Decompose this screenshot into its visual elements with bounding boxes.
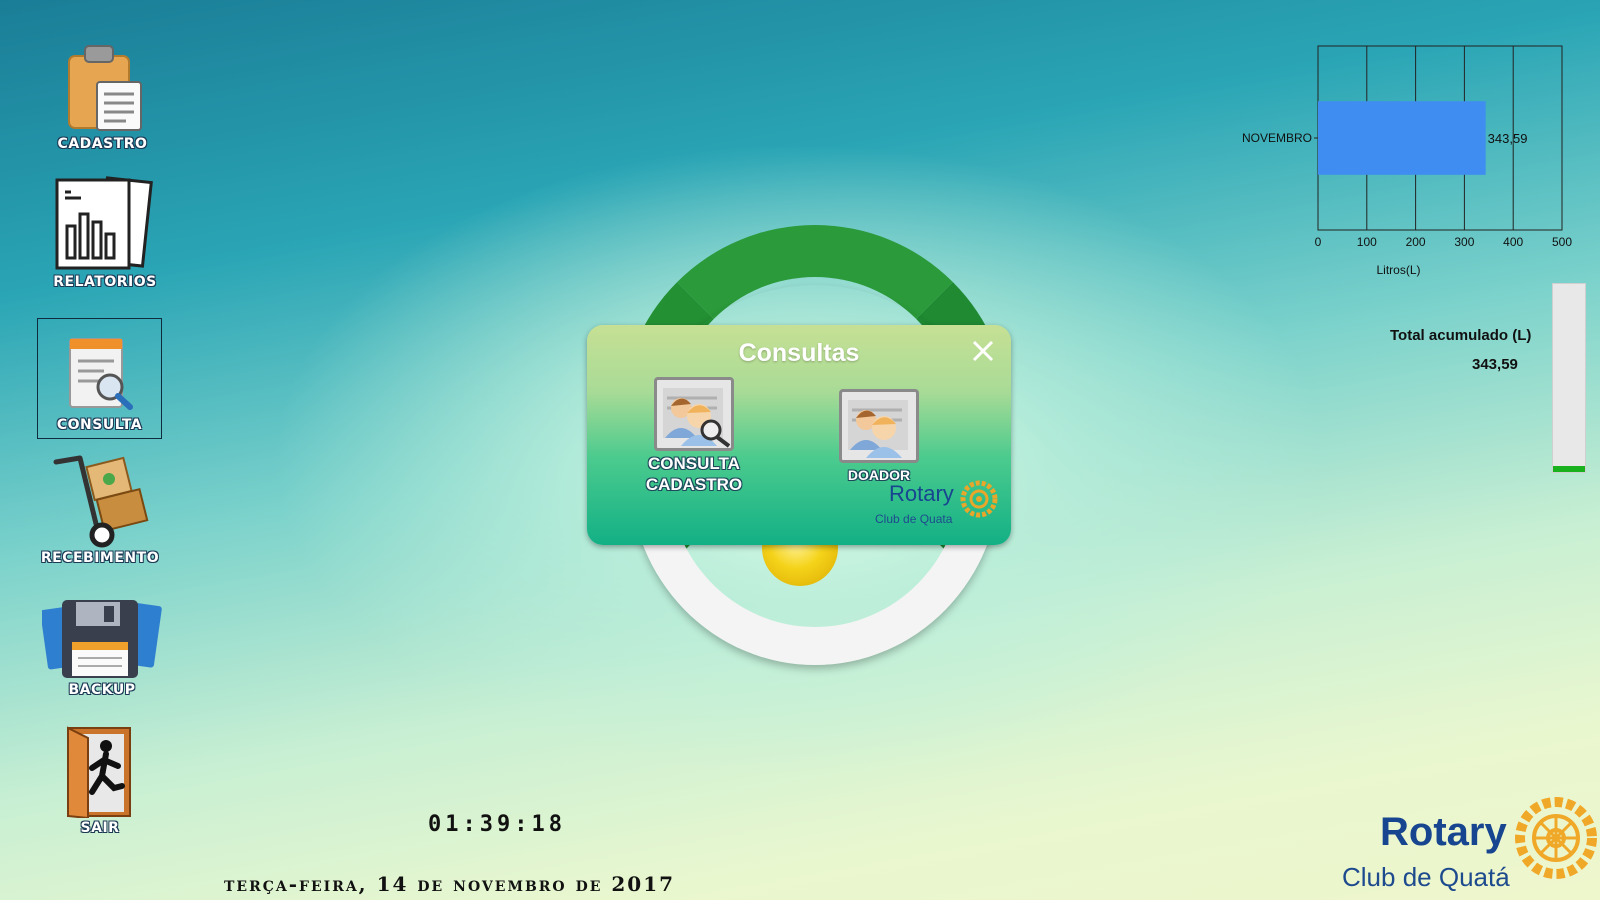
chart-x-tick-label: 0 bbox=[1315, 235, 1322, 249]
consultas-dialog: Consultas CONSULTA CADASTRO DOADOR Rotar… bbox=[587, 325, 1011, 545]
chart-bar bbox=[1318, 101, 1486, 175]
chart-x-tick-label: 200 bbox=[1406, 235, 1426, 249]
clipboard-icon bbox=[67, 45, 142, 131]
consulta-cadastro-button[interactable]: CONSULTA CADASTRO bbox=[639, 377, 749, 495]
total-accumulated-value: 343,59 bbox=[1472, 356, 1518, 373]
rotary-wheel-icon bbox=[1515, 797, 1597, 879]
chart-category-label: NOVEMBRO bbox=[1242, 131, 1312, 145]
clock: 01:39:18 bbox=[428, 812, 566, 837]
users-search-icon bbox=[654, 377, 734, 451]
sidebar-item-label: CADASTRO bbox=[57, 136, 148, 152]
sidebar-item-label: RECEBIMENTO bbox=[40, 550, 160, 566]
exit-door-icon bbox=[67, 726, 131, 818]
accumulated-progress-bar bbox=[1552, 283, 1586, 473]
footer-club-name: Club de Quatá bbox=[1342, 862, 1510, 892]
sidebar-item-label: CONSULTA bbox=[56, 417, 143, 433]
dialog-title: Consultas bbox=[738, 339, 860, 367]
progress-fill bbox=[1553, 466, 1585, 472]
sidebar-item-relatorios[interactable]: RELATORIOS bbox=[52, 176, 158, 290]
modal-rotary-logo: Rotary Club de Quata bbox=[875, 479, 1003, 535]
footer-rotary-logo: Rotary Club de Quatá bbox=[1338, 796, 1598, 896]
chart-x-tick-label: 500 bbox=[1552, 235, 1572, 249]
chart-x-tick-label: 400 bbox=[1503, 235, 1523, 249]
consulta-cadastro-label-2: CADASTRO bbox=[645, 475, 743, 494]
hand-truck-icon bbox=[53, 455, 149, 548]
doador-button[interactable]: DOADOR bbox=[837, 389, 921, 486]
sidebar-item-backup[interactable]: BACKUP bbox=[42, 598, 162, 698]
chart-x-tick-label: 100 bbox=[1357, 235, 1377, 249]
report-chart-icon bbox=[55, 176, 153, 270]
sidebar-item-consulta[interactable]: CONSULTA bbox=[37, 318, 162, 439]
chart-x-axis-label: Litros(L) bbox=[1377, 263, 1421, 277]
close-icon[interactable] bbox=[969, 337, 997, 365]
sidebar-item-sair[interactable]: SAIR bbox=[60, 726, 140, 836]
document-search-icon bbox=[68, 338, 133, 410]
consulta-cadastro-label-1: CONSULTA bbox=[648, 454, 740, 473]
users-icon bbox=[839, 389, 919, 463]
sidebar-item-recebimento[interactable]: RECEBIMENTO bbox=[40, 452, 160, 566]
rotary-wheel-icon bbox=[960, 480, 998, 518]
floppy-disk-icon bbox=[42, 600, 162, 678]
chart-data-label: 343,59 bbox=[1488, 131, 1528, 146]
current-date: terça-feira, 14 de novembro de 2017 bbox=[224, 872, 676, 896]
sidebar-item-label: SAIR bbox=[80, 820, 120, 836]
chart-x-tick-label: 300 bbox=[1454, 235, 1474, 249]
monthly-liters-chart: 0 100 200 300 400 500 NOVEMBRO 343,59 Litros(L) bbox=[1242, 45, 1572, 277]
sidebar-item-label: BACKUP bbox=[68, 682, 136, 698]
total-accumulated-label: Total acumulado (L) bbox=[1390, 327, 1532, 344]
sidebar-item-label: RELATORIOS bbox=[53, 274, 157, 290]
sidebar-item-cadastro[interactable]: CADASTRO bbox=[55, 42, 150, 152]
footer-rotary-name: Rotary bbox=[1380, 810, 1507, 854]
